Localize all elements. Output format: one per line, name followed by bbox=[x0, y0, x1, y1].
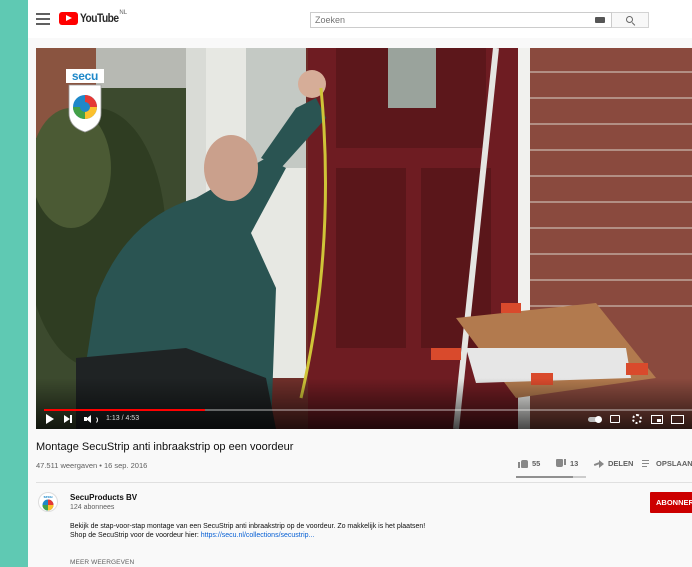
settings-gear-icon[interactable] bbox=[632, 414, 642, 424]
search-box bbox=[310, 12, 612, 28]
playlist-add-icon bbox=[642, 459, 652, 468]
show-more-button[interactable]: MEER WEERGEVEN bbox=[70, 559, 134, 566]
thumbs-up-icon bbox=[518, 459, 528, 468]
avatar-shield-icon bbox=[42, 499, 54, 511]
masthead: YouTube NL bbox=[28, 0, 692, 38]
dislike-button[interactable]: 13 bbox=[556, 459, 578, 468]
secu-logo-word: secu bbox=[66, 69, 104, 83]
views-and-date: 47.511 weergaven • 16 sep. 2016 bbox=[36, 461, 148, 470]
keyboard-icon[interactable] bbox=[595, 17, 605, 23]
search-icon bbox=[626, 16, 633, 23]
secu-watermark-logo: secu bbox=[66, 69, 104, 133]
thumbs-down-icon bbox=[556, 459, 566, 468]
description-link[interactable]: https://secu.nl/collections/secustrip... bbox=[201, 532, 315, 539]
youtube-play-logo-icon bbox=[59, 12, 78, 25]
video-frame bbox=[36, 48, 692, 429]
next-video-icon[interactable] bbox=[64, 415, 73, 424]
like-button[interactable]: 55 bbox=[518, 459, 540, 468]
video-player[interactable]: secu 1:13 / 4:53 bbox=[36, 48, 692, 429]
youtube-logo[interactable]: YouTube NL bbox=[59, 10, 128, 27]
subtitles-icon[interactable] bbox=[610, 415, 620, 423]
time-display: 1:13 / 4:53 bbox=[106, 415, 140, 422]
like-count: 55 bbox=[532, 459, 541, 468]
volume-icon[interactable] bbox=[84, 415, 98, 424]
dislike-count: 13 bbox=[570, 459, 579, 468]
description-shop-text: Shop de SecuStrip voor de voordeur hier: bbox=[70, 531, 201, 539]
subscribe-button[interactable]: ABONNEREN bbox=[650, 492, 692, 513]
youtube-logo-word: YouTube bbox=[80, 11, 119, 25]
share-label: DELEN bbox=[608, 459, 634, 468]
region-code: NL bbox=[119, 10, 128, 16]
description-line-2: Shop de SecuStrip voor de voordeur hier:… bbox=[70, 532, 450, 541]
youtube-watch-page: YouTube NL Zoeken secu 1:13 / 4:53 Monta… bbox=[28, 0, 692, 567]
theater-mode-icon[interactable] bbox=[671, 415, 684, 424]
share-button[interactable]: DELEN bbox=[594, 459, 633, 468]
secu-shield-icon bbox=[68, 84, 102, 133]
hamburger-menu-icon[interactable] bbox=[36, 13, 50, 25]
channel-name[interactable]: SecuProducts BV bbox=[70, 493, 137, 502]
video-title: Montage SecuStrip anti inbraakstrip op e… bbox=[36, 441, 294, 453]
video-description: Bekijk de stap-voor-stap montage van een… bbox=[70, 523, 450, 540]
channel-avatar[interactable]: secu bbox=[38, 492, 58, 512]
description-line-1: Bekijk de stap-voor-stap montage van een… bbox=[70, 523, 426, 530]
player-controls: 1:13 / 4:53 bbox=[36, 410, 692, 429]
play-icon[interactable] bbox=[46, 414, 54, 424]
save-label: OPSLAAN bbox=[656, 459, 692, 468]
search-button[interactable] bbox=[612, 12, 649, 28]
like-sentiment-fill bbox=[516, 476, 573, 478]
save-button[interactable]: OPSLAAN bbox=[642, 459, 692, 468]
divider bbox=[36, 482, 692, 483]
subscriber-count: 124 abonnees bbox=[70, 504, 115, 511]
like-sentiment-bar bbox=[516, 476, 586, 478]
search-input[interactable] bbox=[315, 14, 585, 26]
share-icon bbox=[594, 459, 604, 468]
miniplayer-icon[interactable] bbox=[651, 415, 663, 424]
autoplay-toggle-icon[interactable] bbox=[588, 416, 602, 423]
